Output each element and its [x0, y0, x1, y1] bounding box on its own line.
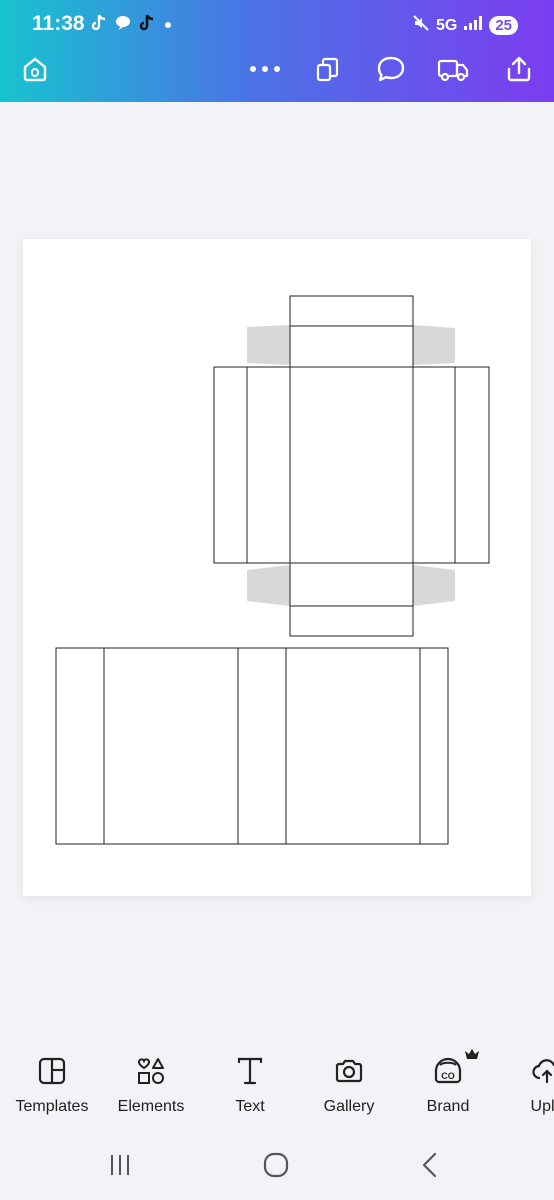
- share-upload-icon: [507, 56, 531, 82]
- back-icon: [422, 1152, 437, 1178]
- status-right: 5G 25: [412, 14, 518, 37]
- uploads-label: Uplo: [530, 1098, 554, 1115]
- sleeve-panel-5: [419, 647, 449, 845]
- elements-tab[interactable]: Elements: [101, 1054, 201, 1116]
- box-dieline[interactable]: [23, 239, 531, 896]
- dot-icon: [162, 17, 174, 35]
- comment-button[interactable]: [374, 52, 408, 86]
- sleeve-panel-1: [55, 647, 105, 845]
- tiktok-icon: [90, 13, 108, 38]
- top-bar: 11:38 5G 25: [0, 0, 554, 102]
- sleeve-panel-4: [285, 647, 421, 845]
- home-icon: [23, 57, 47, 82]
- system-nav-bar: [0, 1130, 554, 1200]
- signal-icon: [463, 15, 483, 36]
- tiktok-icon-2: [138, 13, 156, 38]
- brand-icon: CO: [434, 1057, 462, 1084]
- flap-top-right: [413, 325, 455, 365]
- templates-label: Templates: [15, 1098, 89, 1115]
- text-tab[interactable]: Text: [200, 1054, 300, 1116]
- text-icon: [237, 1057, 263, 1085]
- bottom-toolbar: Templates Elements Text Gallery CO Brand…: [0, 1040, 554, 1130]
- more-button[interactable]: [248, 52, 282, 86]
- lid-top-tab: [289, 295, 414, 327]
- flap-top-left: [247, 325, 290, 365]
- svg-text:CO: CO: [441, 1071, 455, 1081]
- network-label: 5G: [435, 16, 458, 34]
- lid-top-panel: [289, 325, 414, 368]
- design-page[interactable]: [23, 239, 531, 896]
- battery-badge: 25: [489, 16, 518, 35]
- lid-bottom-tab: [289, 605, 414, 637]
- copy-pages-icon: [316, 57, 339, 82]
- crown-icon: [465, 1049, 479, 1059]
- templates-icon: [38, 1057, 66, 1085]
- recent-apps-icon: [111, 1155, 129, 1175]
- lid-right-outer: [454, 366, 490, 564]
- back-nav-button[interactable]: [400, 1140, 460, 1190]
- chat-bubble-icon: [114, 14, 132, 37]
- elements-icon: [137, 1058, 164, 1084]
- flap-bottom-right: [413, 565, 455, 606]
- lid-center-panel: [289, 366, 414, 564]
- sleeve-panel-2: [103, 647, 239, 845]
- comment-icon: [377, 56, 405, 82]
- status-time: 11:38: [32, 12, 85, 35]
- flap-bottom-left: [247, 565, 290, 606]
- share-button[interactable]: [502, 52, 536, 86]
- gallery-label: Gallery: [323, 1098, 375, 1115]
- uploads-tab[interactable]: Uplo: [497, 1054, 554, 1116]
- templates-tab[interactable]: Templates: [2, 1054, 102, 1116]
- delivery-truck-icon: [437, 59, 469, 82]
- print-delivery-button[interactable]: [436, 52, 470, 86]
- sleeve-panel-3: [237, 647, 287, 845]
- lid-bottom-panel: [289, 562, 414, 607]
- upload-icon: [532, 1059, 554, 1084]
- text-label: Text: [235, 1098, 265, 1115]
- more-icon: [250, 66, 280, 72]
- mute-icon: [412, 14, 430, 37]
- brand-tab[interactable]: CO Brand: [398, 1049, 498, 1116]
- lid-left-outer: [213, 366, 248, 564]
- gallery-tab[interactable]: Gallery: [299, 1054, 399, 1116]
- lid-left-inner: [246, 366, 291, 564]
- camera-icon: [335, 1059, 363, 1083]
- brand-label: Brand: [426, 1098, 470, 1115]
- notification-icons: [90, 13, 174, 38]
- recent-apps-button[interactable]: [90, 1140, 150, 1190]
- pages-button[interactable]: [310, 52, 344, 86]
- home-nav-button[interactable]: [246, 1140, 306, 1190]
- home-circle-icon: [263, 1152, 289, 1178]
- lid-right-inner: [412, 366, 456, 564]
- elements-label: Elements: [117, 1098, 185, 1115]
- home-button[interactable]: [18, 52, 52, 86]
